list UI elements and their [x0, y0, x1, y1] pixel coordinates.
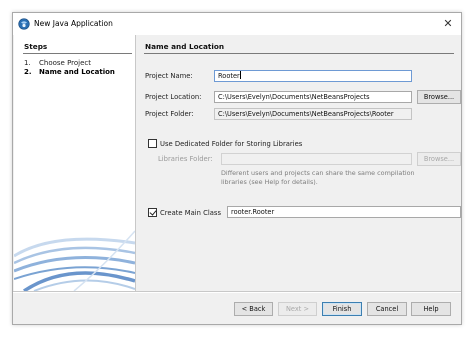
footer-divider-highlight: [13, 292, 461, 293]
browse-location-button[interactable]: Browse...: [417, 90, 461, 104]
main-class-input[interactable]: rooter.Rooter: [227, 206, 461, 218]
step-label: Choose Project: [39, 59, 92, 67]
steps-divider: [23, 53, 132, 54]
libraries-folder-label: Libraries Folder:: [158, 155, 213, 163]
step-label: Name and Location: [39, 68, 115, 76]
section-divider: [144, 53, 454, 54]
next-button[interactable]: Next >: [278, 302, 317, 316]
steps-panel: Steps 1. Choose Project 2. Name and Locati…: [14, 35, 135, 291]
title-bar[interactable]: New Java Application ✕: [13, 13, 461, 35]
step-number: 2.: [24, 68, 32, 76]
close-icon[interactable]: ✕: [439, 15, 457, 33]
dialog-window: New Java Application ✕ Steps 1. Choose Pr…: [12, 12, 462, 325]
project-name-label: Project Name:: [145, 72, 193, 80]
project-folder-field: C:\Users\Evelyn\Documents\NetBeansProjec…: [214, 108, 412, 120]
project-folder-label: Project Folder:: [145, 110, 194, 118]
step-name-and-location: 2. Name and Location: [24, 68, 115, 76]
create-main-class-label[interactable]: Create Main Class: [160, 209, 221, 217]
step-choose-project: 1. Choose Project: [24, 59, 91, 67]
step-number: 1.: [24, 59, 31, 67]
back-button[interactable]: < Back: [234, 302, 273, 316]
create-main-class-checkbox[interactable]: [148, 208, 157, 217]
form-panel: Name and Location Project Name: Rooter P…: [135, 35, 461, 291]
browse-libraries-button[interactable]: Browse...: [417, 152, 461, 166]
dedicated-folder-label[interactable]: Use Dedicated Folder for Storing Librari…: [160, 140, 302, 148]
text-caret: [239, 71, 241, 79]
project-location-value: C:\Users\Evelyn\Documents\NetBeansProjec…: [218, 93, 370, 101]
decorative-swirl-image: [14, 230, 135, 291]
section-title: Name and Location: [145, 42, 225, 51]
help-button[interactable]: Help: [411, 302, 451, 316]
project-location-label: Project Location:: [145, 93, 202, 101]
window-title: New Java Application: [34, 19, 113, 28]
project-name-value: Rooter: [218, 72, 240, 80]
dedicated-folder-checkbox[interactable]: [148, 139, 157, 148]
finish-button[interactable]: Finish: [322, 302, 362, 316]
main-class-value: rooter.Rooter: [231, 208, 275, 216]
cancel-button[interactable]: Cancel: [367, 302, 407, 316]
project-name-input[interactable]: Rooter: [214, 70, 412, 82]
libraries-folder-input[interactable]: [221, 153, 412, 165]
project-folder-value: C:\Users\Evelyn\Documents\NetBeansProjec…: [218, 110, 394, 118]
project-location-input[interactable]: C:\Users\Evelyn\Documents\NetBeansProjec…: [214, 91, 412, 103]
java-app-icon: [18, 18, 30, 30]
libraries-hint-line-1: Different users and projects can share t…: [221, 169, 415, 177]
steps-title: Steps: [24, 42, 48, 51]
libraries-hint-line-2: libraries (see Help for details).: [221, 178, 318, 186]
